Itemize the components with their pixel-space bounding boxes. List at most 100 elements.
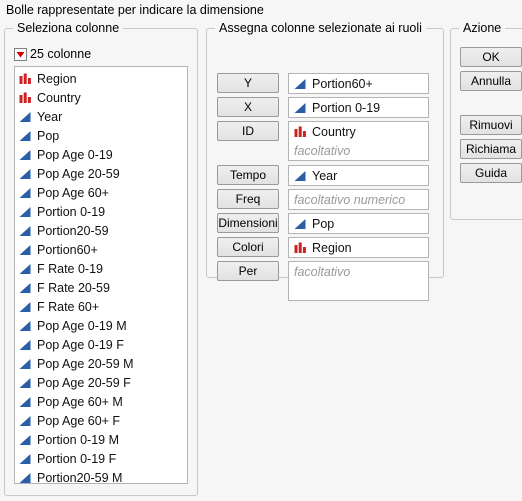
recall-button[interactable]: Richiama	[460, 139, 522, 159]
role-placeholder-freq: facoltativo numerico	[294, 192, 406, 207]
column-name: Portion 0-19 M	[37, 432, 119, 447]
role-row-freq: Freq facoltativo numerico	[217, 189, 429, 210]
role-value-tempo: Year	[294, 166, 428, 185]
column-name: Portion20-59 M	[37, 470, 123, 484]
continuous-triangle-icon	[19, 111, 32, 123]
continuous-triangle-icon	[19, 396, 32, 408]
column-list-item[interactable]: Portion 0-19	[15, 202, 187, 221]
role-field-freq[interactable]: facoltativo numerico	[288, 189, 429, 210]
role-row-colori: Colori Region	[217, 237, 429, 258]
role-column-name: Pop	[312, 216, 335, 231]
remove-button[interactable]: Rimuovi	[460, 115, 522, 135]
role-field-dimensioni[interactable]: Pop	[288, 213, 429, 234]
column-list-item[interactable]: Pop Age 60+	[15, 183, 187, 202]
column-list-item[interactable]: Pop Age 0-19 F	[15, 335, 187, 354]
column-list-item[interactable]: Pop	[15, 126, 187, 145]
role-field-x[interactable]: Portion 0-19	[288, 97, 429, 118]
column-list-item[interactable]: Portion 0-19 M	[15, 430, 187, 449]
column-name: Portion60+	[37, 242, 98, 257]
continuous-triangle-icon	[19, 225, 32, 237]
column-name: Pop Age 0-19 M	[37, 318, 127, 333]
column-name: Pop	[37, 128, 60, 143]
red-triangle-down-icon[interactable]	[14, 47, 27, 61]
continuous-triangle-icon	[19, 282, 32, 294]
continuous-triangle-icon	[19, 130, 32, 142]
role-row-tempo: Tempo Year	[217, 165, 429, 186]
select-columns-group-title: Seleziona colonne	[13, 21, 124, 35]
column-count-row[interactable]: 25 colonne	[14, 47, 91, 61]
column-name: Year	[37, 109, 63, 124]
column-list-item[interactable]: Country	[15, 88, 187, 107]
action-group-title: Azione	[459, 21, 506, 35]
column-list-item[interactable]: Pop Age 60+ M	[15, 392, 187, 411]
dialog-title: Bolle rappresentate per indicare la dime…	[6, 3, 264, 17]
column-name: Portion20-59	[37, 223, 109, 238]
continuous-triangle-icon	[19, 377, 32, 389]
column-list-item[interactable]: Year	[15, 107, 187, 126]
role-column-name: Country	[312, 124, 356, 139]
help-button[interactable]: Guida	[460, 163, 522, 183]
column-list-item[interactable]: Portion20-59 M	[15, 468, 187, 484]
continuous-triangle-icon	[19, 168, 32, 180]
column-list-item[interactable]: Pop Age 20-59 M	[15, 354, 187, 373]
column-name: F Rate 60+	[37, 299, 100, 314]
column-list-item[interactable]: Portion60+	[15, 240, 187, 259]
role-column-name: Portion60+	[312, 76, 373, 91]
nominal-bars-icon	[294, 126, 307, 138]
column-list-item[interactable]: Pop Age 20-59	[15, 164, 187, 183]
column-name: Region	[37, 71, 77, 86]
continuous-triangle-icon	[294, 102, 307, 114]
role-button-id[interactable]: ID	[217, 121, 279, 141]
role-value-dimensioni: Pop	[294, 214, 428, 233]
role-field-per[interactable]: facoltativo	[288, 261, 429, 301]
column-list-item[interactable]: Pop Age 20-59 F	[15, 373, 187, 392]
role-button-tempo[interactable]: Tempo	[217, 165, 279, 185]
cancel-button[interactable]: Annulla	[460, 71, 522, 91]
column-name: Pop Age 20-59	[37, 166, 120, 181]
role-button-dimensioni[interactable]: Dimensioni	[217, 213, 279, 233]
column-name: Pop Age 0-19 F	[37, 337, 124, 352]
ok-button[interactable]: OK	[460, 47, 522, 67]
column-list-item[interactable]: Portion20-59	[15, 221, 187, 240]
action-group: Azione OK Annulla Rimuovi Richiama Guida	[450, 21, 522, 220]
role-row-y: Y Portion60+	[217, 73, 429, 94]
column-list-item[interactable]: Region	[15, 69, 187, 88]
column-list-item[interactable]: Pop Age 0-19	[15, 145, 187, 164]
columns-listbox[interactable]: Region Country Year Pop Pop Age 0-19 Pop Age …	[14, 66, 188, 484]
role-field-colori[interactable]: Region	[288, 237, 429, 258]
continuous-triangle-icon	[294, 170, 307, 182]
column-name: Portion 0-19 F	[37, 451, 117, 466]
column-name: Pop Age 20-59 F	[37, 375, 131, 390]
role-row-id: ID Country facoltativo	[217, 121, 429, 161]
column-list-item[interactable]: F Rate 60+	[15, 297, 187, 316]
role-column-name: Portion 0-19	[312, 100, 381, 115]
role-field-y[interactable]: Portion60+	[288, 73, 429, 94]
continuous-triangle-icon	[19, 434, 32, 446]
nominal-bars-icon	[19, 92, 32, 104]
column-name: Country	[37, 90, 81, 105]
role-value-x: Portion 0-19	[294, 98, 428, 117]
column-name: Pop Age 20-59 M	[37, 356, 134, 371]
column-name: Pop Age 60+ M	[37, 394, 123, 409]
role-button-per[interactable]: Per	[217, 261, 279, 281]
role-button-colori[interactable]: Colori	[217, 237, 279, 257]
column-name: Pop Age 60+ F	[37, 413, 121, 428]
continuous-triangle-icon	[19, 301, 32, 313]
column-list-item[interactable]: Pop Age 60+ F	[15, 411, 187, 430]
role-button-x[interactable]: X	[217, 97, 279, 117]
nominal-bars-icon	[294, 242, 307, 254]
continuous-triangle-icon	[294, 78, 307, 90]
column-list-item[interactable]: Portion 0-19 F	[15, 449, 187, 468]
role-field-id[interactable]: Country facoltativo	[288, 121, 429, 161]
role-value-id: Country	[294, 122, 428, 141]
continuous-triangle-icon	[19, 320, 32, 332]
role-button-y[interactable]: Y	[217, 73, 279, 93]
role-button-freq[interactable]: Freq	[217, 189, 279, 209]
column-name: Pop Age 0-19	[37, 147, 113, 162]
column-list-item[interactable]: F Rate 0-19	[15, 259, 187, 278]
column-list-item[interactable]: F Rate 20-59	[15, 278, 187, 297]
assign-roles-group: Assegna colonne selezionate ai ruoli Y P…	[206, 21, 444, 301]
role-field-tempo[interactable]: Year	[288, 165, 429, 186]
column-list-item[interactable]: Pop Age 0-19 M	[15, 316, 187, 335]
role-row-per: Per facoltativo	[217, 261, 429, 301]
